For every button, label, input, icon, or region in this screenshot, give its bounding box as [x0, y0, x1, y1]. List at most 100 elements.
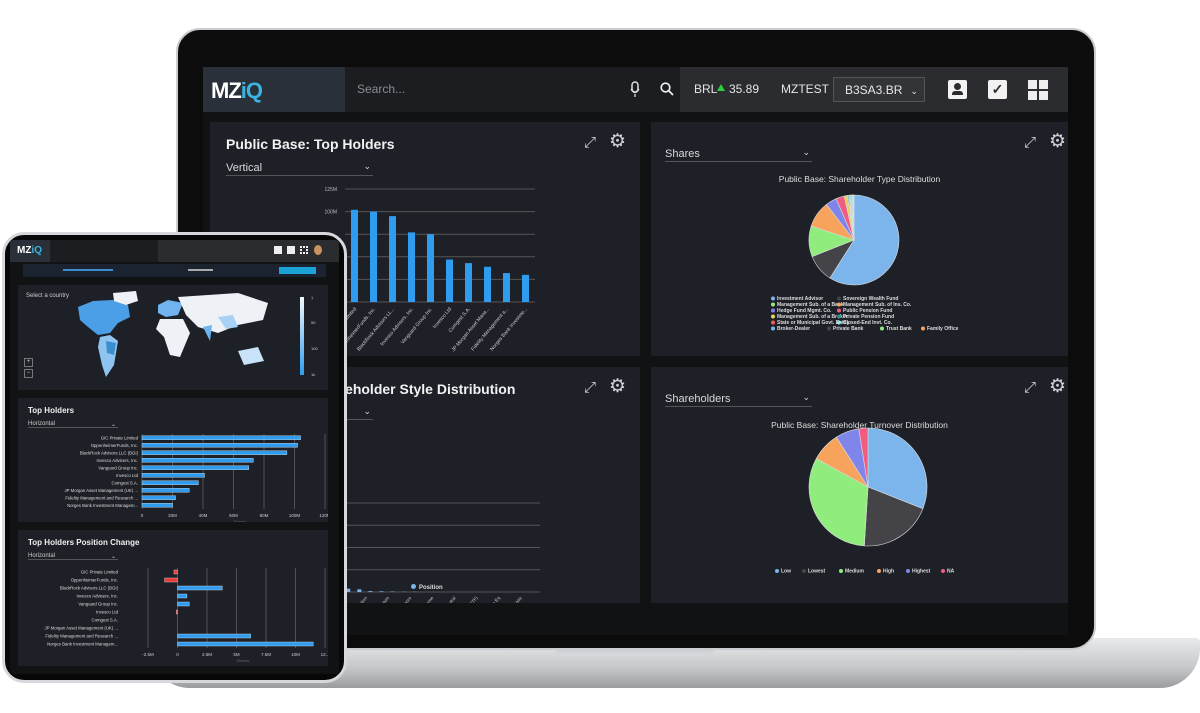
- logo-area[interactable]: MZiQ: [203, 67, 345, 112]
- legend-marker: [837, 314, 841, 319]
- bar: [141, 503, 173, 508]
- bar: [141, 488, 190, 493]
- legend-marker: [771, 320, 775, 325]
- tab[interactable]: [188, 269, 213, 271]
- tablet-position-change-panel: Top Holders Position Change Horizontal ⌄ …: [18, 530, 328, 666]
- legend-item: NA: [947, 569, 955, 575]
- y-tick-label: Norges Bank Investment Managem...: [47, 642, 118, 647]
- legend-marker: [921, 326, 925, 331]
- user-label: MZTEST: [781, 82, 829, 96]
- x-axis-label: Shares: [234, 519, 247, 522]
- bar: [357, 589, 362, 592]
- bar: [177, 593, 188, 599]
- legend-item: Lowest: [808, 569, 826, 575]
- map-region-asia: [178, 293, 268, 333]
- x-tick-label: Asset Allocation: [344, 595, 369, 603]
- x-tick-label: 7.5M: [261, 652, 271, 657]
- legend-marker: [837, 320, 841, 325]
- tablet-top-bar: MZiQ: [10, 240, 339, 262]
- world-map[interactable]: [18, 285, 328, 390]
- legend-position[interactable]: Position: [411, 584, 443, 591]
- x-tick-label: HF-Macro: [396, 595, 413, 603]
- stock-price: 35.89: [729, 82, 760, 96]
- x-tick-label: Fixed Income: [413, 595, 435, 603]
- grid-icon[interactable]: [300, 246, 308, 254]
- shareholder-type-panel: Shares ⌄ ⤢ ⚙ Public Base: Shareholder Typ…: [651, 122, 1068, 356]
- bar: [177, 585, 223, 591]
- y-tick-label: JP Morgan Asset Management (UK) ...: [45, 626, 118, 631]
- bar: [368, 591, 373, 592]
- tab-active[interactable]: [63, 269, 113, 271]
- symbol-dropdown[interactable]: B3SA3.BR ⌄: [833, 77, 925, 102]
- x-tick-label: Momentum: [372, 595, 390, 603]
- tablet-sub-nav: [23, 264, 326, 277]
- grid-icon[interactable]: [1028, 80, 1048, 100]
- y-tick-label: Norges Bank Investment Managem...: [67, 503, 138, 508]
- y-tick-label: BlackRock Advisors LLC (BGI): [80, 450, 139, 455]
- x-tick-label: 40M: [199, 513, 208, 518]
- turnover-pie: Low Lowest Medium High Highest NA: [775, 427, 955, 575]
- legend-marker: [771, 302, 775, 307]
- map-region-africa: [156, 319, 190, 357]
- checkbox-icon[interactable]: ✓: [988, 80, 1007, 99]
- zoom-in-button[interactable]: +: [24, 358, 33, 367]
- legend-marker: [906, 569, 910, 573]
- bar: [141, 435, 301, 440]
- bar: [446, 259, 453, 302]
- y-tick-label: JP Morgan Asset Management (UK) ...: [65, 488, 138, 493]
- legend-item: High: [883, 569, 894, 575]
- shareholder-type-pie: Investment Advisor Sovereign Wealth FundM…: [771, 194, 959, 332]
- bar: [141, 443, 298, 448]
- x-axis-label: Shares: [237, 658, 250, 663]
- y-tick-label: Invesco Advisers, Inc.: [96, 458, 138, 463]
- y-tick-label: GIC Private Limited: [101, 435, 139, 440]
- x-tick-label: HF-Opportunistic: [497, 595, 523, 603]
- bar: [408, 232, 415, 302]
- legend-marker: [771, 296, 775, 301]
- bar: [351, 209, 358, 302]
- map-region-australia: [238, 347, 264, 365]
- avatar[interactable]: [314, 245, 322, 255]
- search-bar[interactable]: Search...: [345, 67, 680, 112]
- tablet-top-holders-panel: Top Holders Horizontal ⌄ 0 20M 40M 60M 80M 100…: [18, 398, 328, 522]
- bar: [379, 591, 384, 592]
- legend-marker: [775, 569, 779, 573]
- legend-marker: [839, 569, 843, 573]
- tablet-logo[interactable]: MZiQ: [17, 245, 42, 256]
- profile-card-icon[interactable]: [948, 80, 967, 99]
- x-tick-label: 5M: [233, 652, 240, 657]
- turnover-panel: Shareholders ⌄ ⤢ ⚙ Public Base: Sharehold…: [651, 367, 1068, 603]
- x-tick-label: 0: [176, 652, 179, 657]
- map-region-south-america: [98, 335, 118, 377]
- bar: [177, 641, 314, 647]
- cta-button[interactable]: [279, 267, 316, 274]
- y-tick-label: Vanguard Group Inc.: [78, 602, 118, 607]
- legend-tick: 1k: [311, 372, 316, 377]
- bar: [389, 216, 396, 302]
- x-tick-label: 2.5M: [202, 652, 212, 657]
- y-tick-label: OppenheimerFunds, Inc.: [71, 578, 118, 583]
- y-tick-label: 100M: [324, 210, 337, 216]
- profile-card-icon[interactable]: [274, 246, 282, 254]
- bar: [522, 274, 529, 302]
- bar: [503, 273, 510, 302]
- legend-marker: [771, 308, 775, 313]
- search-icon[interactable]: [660, 82, 674, 96]
- bar: [141, 495, 176, 500]
- legend-marker: [877, 569, 881, 573]
- legend-marker: [827, 326, 831, 331]
- bar: [141, 458, 254, 463]
- x-tick-label: 60M: [229, 513, 238, 518]
- logo[interactable]: MZiQ: [211, 78, 263, 104]
- tablet-search-bar[interactable]: [50, 240, 158, 262]
- x-tick-label: 10M: [291, 652, 300, 657]
- legend-marker: [837, 302, 841, 307]
- zoom-out-button[interactable]: −: [24, 369, 33, 378]
- legend-tick: 1: [311, 295, 314, 300]
- legend-marker: [941, 569, 945, 573]
- x-tick-label: -2.5M: [142, 652, 154, 657]
- y-tick-label: Fidelity Management and Research ...: [65, 495, 138, 500]
- search-input[interactable]: Search...: [357, 82, 405, 96]
- microphone-icon[interactable]: [630, 81, 640, 98]
- checkbox-icon[interactable]: [287, 246, 295, 254]
